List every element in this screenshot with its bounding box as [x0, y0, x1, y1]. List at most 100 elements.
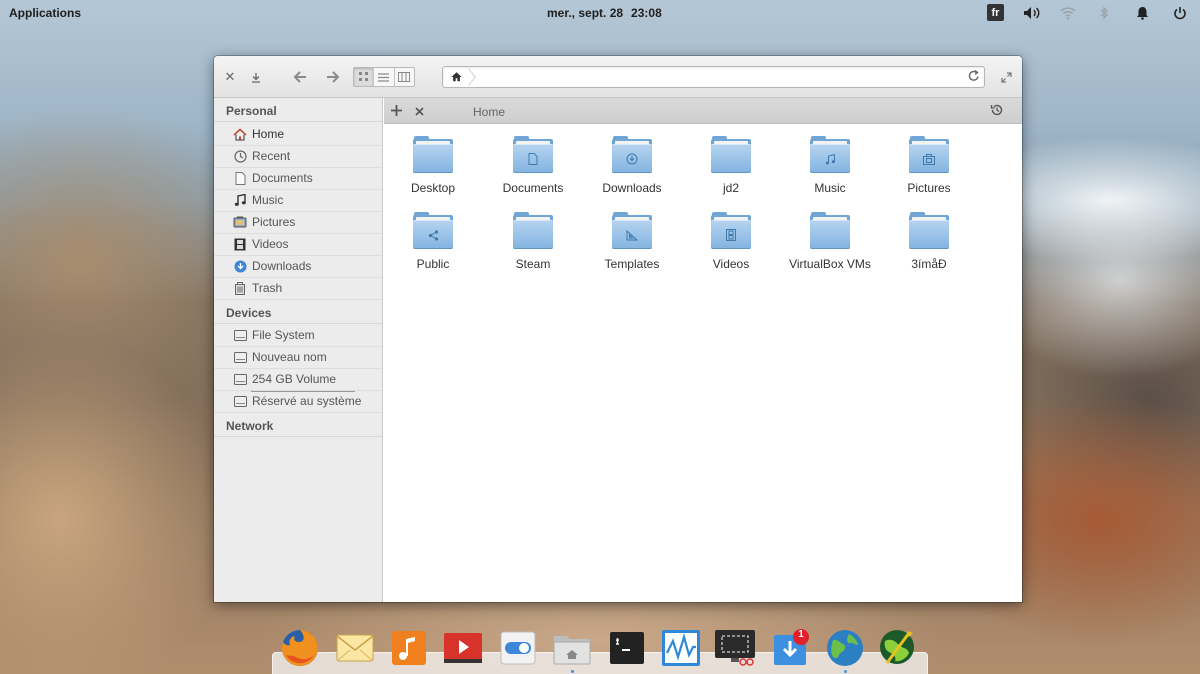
sidebar-item-nouveau-nom[interactable]: Nouveau nom	[214, 346, 382, 368]
keyboard-layout-indicator[interactable]: fr	[987, 4, 1004, 21]
folder-desktop[interactable]: Desktop	[388, 136, 478, 195]
file-label: Pictures	[907, 181, 951, 195]
bluetooth-icon[interactable]	[1095, 4, 1113, 22]
tab-home[interactable]: Home	[473, 105, 505, 119]
sidebar-item-music[interactable]: Music	[214, 189, 382, 211]
date-label: mer., sept. 28	[547, 6, 624, 20]
power-icon[interactable]	[1171, 4, 1189, 22]
sidebar-item-trash[interactable]: Trash	[214, 277, 382, 299]
close-icon[interactable]: ✕	[221, 68, 239, 86]
folder-pictures-icon	[909, 136, 949, 173]
file-label: Music	[814, 181, 846, 195]
drive-icon	[233, 328, 247, 342]
sidebar-item-home[interactable]: Home	[214, 123, 382, 145]
sidebar-item-label: Downloads	[252, 259, 312, 273]
download-icon[interactable]	[247, 68, 265, 86]
folder-templates[interactable]: Templates	[587, 212, 677, 271]
column-view-button[interactable]	[395, 68, 414, 86]
folder-public[interactable]: Public	[388, 212, 478, 271]
folder-templates-icon	[612, 212, 652, 249]
video-player-icon[interactable]	[441, 626, 485, 670]
volume-icon[interactable]	[1023, 4, 1041, 22]
settings-toggle-icon[interactable]	[496, 626, 540, 670]
file-label: VirtualBox VMs	[789, 257, 871, 271]
sidebar-item-label: Réservé au système	[252, 394, 362, 408]
file-label: Public	[416, 257, 450, 271]
file-label: Videos	[712, 257, 750, 271]
update-count-badge: 1	[798, 629, 804, 640]
folder-unnamed[interactable]: 3ímåÐ	[884, 212, 974, 271]
sidebar: Personal Home Recent Documents Music Pic…	[214, 98, 383, 602]
music-player-icon[interactable]	[387, 626, 431, 670]
icon-view-button[interactable]	[354, 68, 375, 86]
forward-arrow-icon[interactable]	[324, 68, 342, 86]
file-label: Downloads	[602, 181, 662, 195]
sidebar-item-label: 254 GB Volume	[252, 372, 337, 386]
file-label: Steam	[515, 257, 551, 271]
document-icon	[233, 171, 247, 185]
view-mode-switcher[interactable]	[353, 67, 415, 87]
sidebar-item-254gb-volume[interactable]: 254 GB Volume	[214, 368, 382, 390]
recent-icon	[233, 149, 247, 163]
history-icon[interactable]	[990, 103, 1004, 120]
folder-icon	[909, 212, 949, 249]
firefox-icon[interactable]	[278, 626, 322, 670]
folder-pictures[interactable]: Pictures	[884, 136, 974, 195]
mail-icon[interactable]	[333, 626, 377, 670]
file-label: jd2	[722, 181, 739, 195]
file-manager-window: ✕ Personal Home Recent Documents Music P…	[214, 56, 1022, 602]
sidebar-item-file-system[interactable]: File System	[214, 324, 382, 346]
folder-downloads[interactable]: Downloads	[587, 136, 677, 195]
list-view-button[interactable]	[374, 68, 395, 86]
folder-jd2[interactable]: jd2	[686, 136, 776, 195]
pictures-icon	[233, 215, 247, 229]
drive-icon	[233, 394, 247, 408]
sidebar-item-videos[interactable]: Videos	[214, 233, 382, 255]
clock[interactable]: mer., sept. 28 23:08	[547, 6, 670, 20]
browser-globe-icon[interactable]	[823, 626, 867, 670]
close-tab-icon[interactable]	[415, 103, 424, 119]
file-label: 3ímåÐ	[911, 257, 947, 271]
wifi-icon[interactable]	[1059, 4, 1077, 22]
sidebar-item-label: Pictures	[252, 215, 296, 229]
location-bar[interactable]	[442, 66, 985, 88]
folder-icon	[810, 212, 850, 249]
music-icon	[233, 193, 247, 207]
file-view: Desktop Documents Downloads jd2 Music Pi…	[384, 124, 1022, 602]
downloads-icon	[233, 259, 247, 273]
sidebar-item-label: Music	[252, 193, 284, 207]
folder-steam[interactable]: Steam	[488, 212, 578, 271]
system-monitor-icon[interactable]	[659, 626, 703, 670]
breadcrumb-home[interactable]	[443, 67, 477, 87]
sidebar-item-label: Home	[252, 127, 285, 141]
terminal-icon[interactable]	[605, 626, 649, 670]
sidebar-item-downloads[interactable]: Downloads	[214, 255, 382, 277]
sidebar-item-recent[interactable]: Recent	[214, 145, 382, 167]
folder-icon	[513, 212, 553, 249]
plus-icon[interactable]	[391, 103, 402, 119]
applications-menu[interactable]: Applications	[9, 6, 81, 20]
reload-icon[interactable]	[968, 69, 980, 85]
folder-icon	[711, 136, 751, 173]
home-icon	[233, 127, 247, 141]
sidebar-item-reserve-systeme[interactable]: Réservé au système	[214, 390, 382, 412]
folder-music[interactable]: Music	[785, 136, 875, 195]
sidebar-item-label: Trash	[252, 281, 283, 295]
folder-virtualbox-vms[interactable]: VirtualBox VMs	[785, 212, 875, 271]
drive-icon	[233, 372, 247, 386]
notifications-icon[interactable]	[1133, 4, 1151, 22]
files-icon[interactable]	[550, 626, 594, 670]
sidebar-item-documents[interactable]: Documents	[214, 167, 382, 189]
map-globe-icon[interactable]	[876, 626, 920, 670]
maximize-icon[interactable]	[997, 68, 1015, 86]
sidebar-section-personal: Personal	[214, 98, 382, 122]
folder-videos[interactable]: Videos	[686, 212, 776, 271]
tab-bar: Home	[384, 98, 1022, 124]
videos-icon	[233, 237, 247, 251]
back-arrow-icon[interactable]	[291, 68, 309, 86]
folder-videos-icon	[711, 212, 751, 249]
screenshot-icon[interactable]	[713, 626, 757, 670]
file-label: Documents	[502, 181, 564, 195]
sidebar-item-pictures[interactable]: Pictures	[214, 211, 382, 233]
folder-documents[interactable]: Documents	[488, 136, 578, 195]
